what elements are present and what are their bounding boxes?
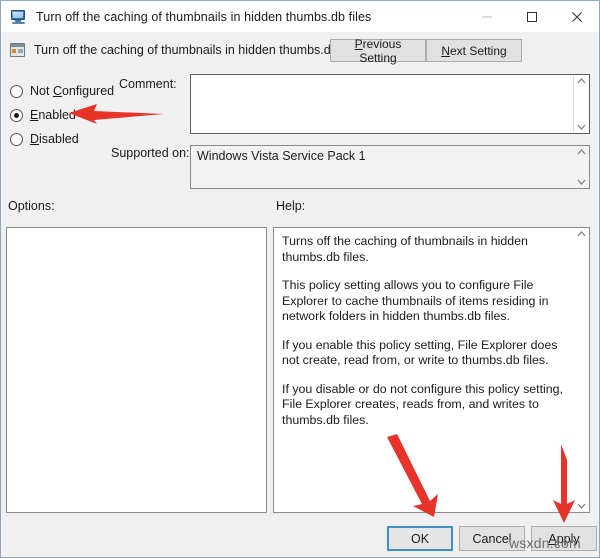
policy-setting-icon	[10, 42, 26, 58]
radio-enabled[interactable]: Enabled	[10, 103, 125, 127]
next-accel: N	[441, 43, 450, 58]
radio-label-not-configured: Not Configured	[30, 84, 115, 98]
watermark: wsxdn.com	[509, 535, 581, 551]
radio-label-disabled: Disabled	[30, 132, 79, 146]
help-panel: Turns off the caching of thumbnails in h…	[273, 227, 590, 513]
window-title: Turn off the caching of thumbnails in hi…	[36, 9, 372, 24]
comment-value[interactable]	[191, 75, 573, 133]
next-setting-button[interactable]: Next Setting	[426, 39, 522, 62]
radio-not-configured[interactable]: Not Configured	[10, 79, 125, 103]
radio-circle-disabled	[10, 132, 23, 146]
minimize-icon[interactable]	[464, 1, 509, 32]
help-paragraph: Turns off the caching of thumbnails in h…	[282, 234, 528, 264]
previous-accel: P	[354, 36, 363, 51]
help-text: Turns off the caching of thumbnails in h…	[274, 228, 573, 512]
radio-circle-enabled	[10, 108, 23, 122]
monitor-policy-icon	[10, 9, 28, 25]
chevron-down-icon[interactable]	[576, 502, 586, 510]
previous-label-rest: revious Setting	[359, 36, 402, 65]
help-scrollbar[interactable]	[573, 228, 589, 512]
maximize-icon[interactable]	[509, 1, 554, 32]
setting-name: Turn off the caching of thumbnails in hi…	[34, 42, 364, 57]
comment-label: Comment:	[119, 77, 177, 91]
window-controls	[464, 1, 599, 32]
supported-on-label: Supported on:	[111, 146, 190, 160]
help-paragraph: If you enable this policy setting, File …	[282, 337, 558, 368]
supported-on-value: Windows Vista Service Pack 1	[197, 149, 366, 163]
chevron-up-icon[interactable]	[576, 230, 586, 238]
options-panel[interactable]	[6, 227, 267, 513]
title-bar: Turn off the caching of thumbnails in hi…	[1, 1, 599, 32]
options-label: Options:	[8, 199, 55, 213]
close-icon[interactable]	[554, 1, 599, 32]
radio-circle-not-configured	[10, 84, 23, 98]
help-label: Help:	[276, 199, 306, 213]
comment-field[interactable]	[190, 74, 590, 134]
radio-disabled[interactable]: Disabled	[10, 127, 125, 151]
comment-scrollbar[interactable]	[573, 75, 589, 133]
policy-setting-dialog: Turn off the caching of thumbnails in hi…	[0, 0, 600, 558]
ok-button[interactable]: OK	[387, 526, 453, 551]
supported-scrollbar[interactable]	[573, 146, 589, 188]
chevron-up-icon[interactable]	[576, 148, 586, 156]
chevron-down-icon[interactable]	[577, 123, 587, 131]
supported-on-field: Windows Vista Service Pack 1	[190, 145, 590, 189]
help-paragraph: This policy setting allows you to config…	[282, 278, 549, 323]
next-label-rest: ext Setting	[449, 43, 507, 58]
radio-label-enabled: Enabled	[30, 108, 76, 122]
chevron-up-icon[interactable]	[577, 77, 587, 85]
chevron-down-icon[interactable]	[576, 178, 586, 186]
previous-setting-button[interactable]: Previous Setting	[330, 36, 426, 65]
help-paragraph: If you disable or do not configure this …	[282, 381, 564, 427]
state-radio-group: Not Configured Enabled Disabled	[10, 79, 125, 151]
